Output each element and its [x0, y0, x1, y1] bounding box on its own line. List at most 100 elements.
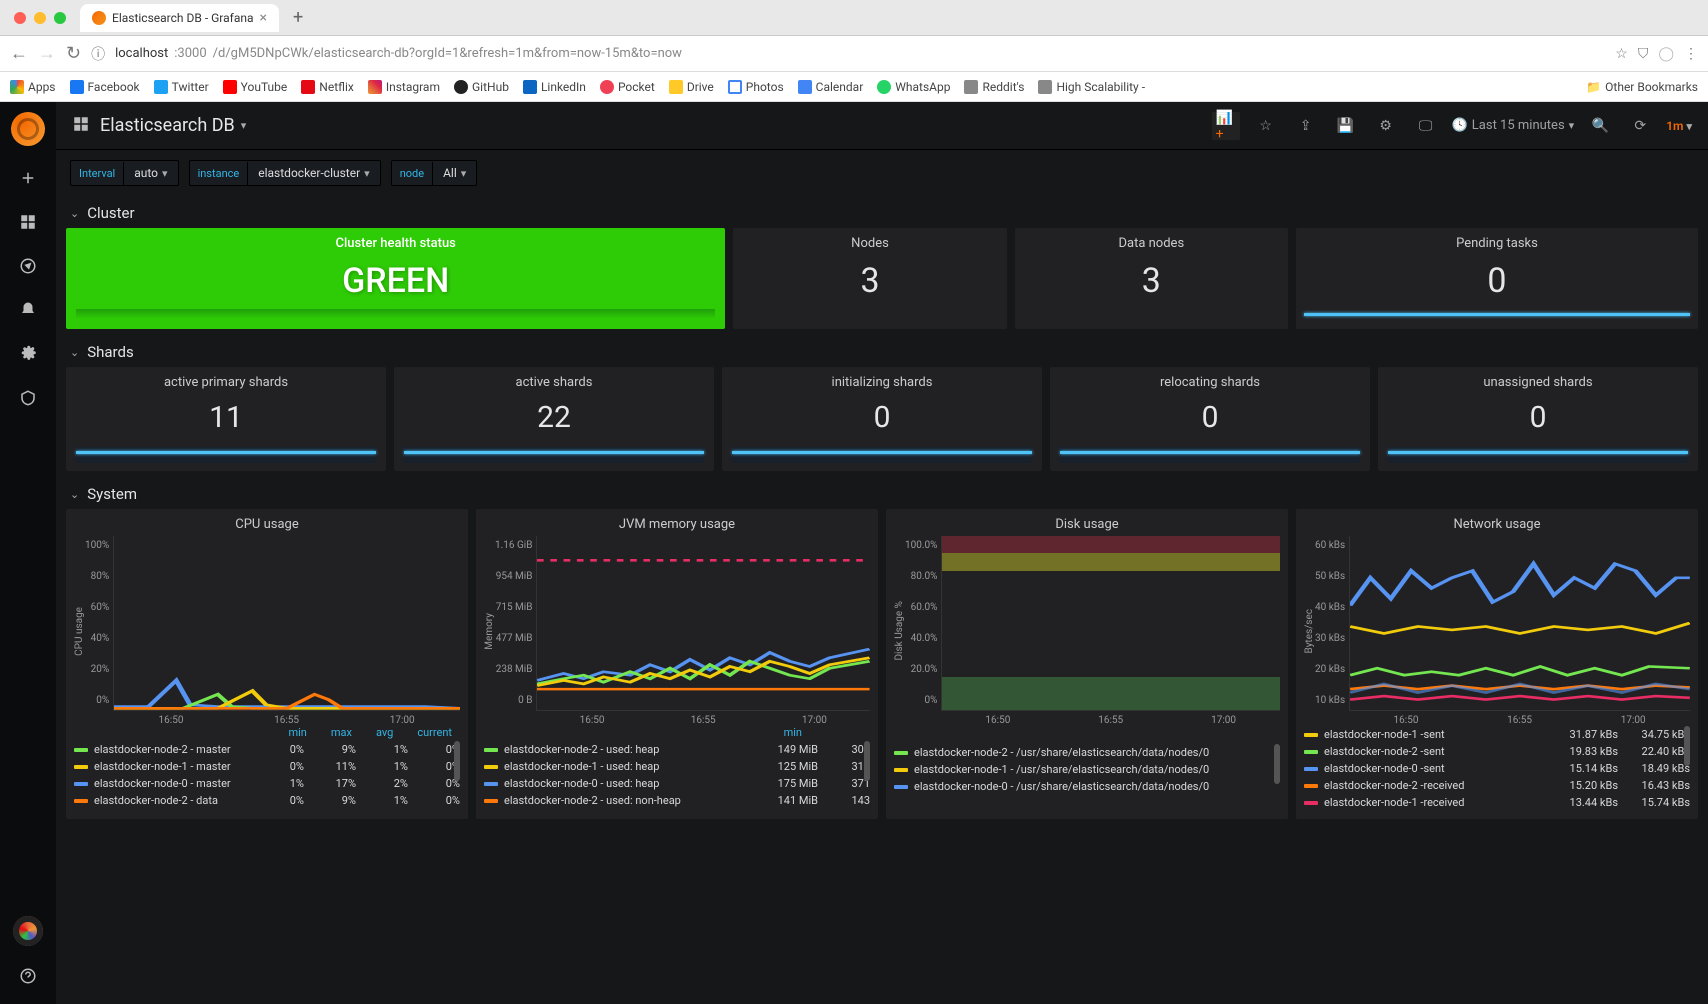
cycle-view-icon[interactable]: 🖵: [1412, 112, 1440, 140]
bm-netflix[interactable]: Netflix: [301, 80, 354, 94]
bm-linkedin[interactable]: LinkedIn: [523, 80, 586, 94]
panel-cluster-health[interactable]: Cluster health status GREEN: [66, 228, 725, 329]
back-button[interactable]: ←: [10, 43, 28, 64]
panel-cpu-usage[interactable]: CPU usage CPU usage 100%80%60%40%20%0%: [66, 509, 468, 819]
net-y-axis: 60 kBs50 kBs40 kBs30 kBs20 kBs10 kBs: [1315, 536, 1349, 726]
panel-data-nodes[interactable]: Data nodes 3: [1015, 228, 1288, 329]
disk-legend: elastdocker-node-2 - /usr/share/elastics…: [894, 744, 1280, 795]
grafana-sidebar: [0, 102, 56, 1004]
row-cluster[interactable]: ⌄Cluster: [56, 196, 1708, 228]
refresh-icon[interactable]: ⟳: [1626, 112, 1654, 140]
dashboards-icon[interactable]: [16, 210, 40, 234]
server-admin-icon[interactable]: [16, 386, 40, 410]
jvm-legend: elastdocker-node-2 - used: heap149 MiB30…: [484, 741, 870, 809]
bm-highscalability[interactable]: High Scalability -: [1038, 80, 1145, 94]
shield-icon[interactable]: ⛉: [1638, 46, 1649, 62]
url-input[interactable]: localhost:3000/d/gM5DNpCWk/elasticsearch…: [115, 46, 1605, 61]
pending-sparkline: [1304, 313, 1690, 316]
profile-avatar-icon[interactable]: ◯: [1658, 46, 1674, 62]
close-tab-icon[interactable]: ×: [260, 10, 267, 26]
var-instance[interactable]: instance elastdocker-cluster ▾: [189, 160, 381, 186]
panel-network-usage[interactable]: Network usage Bytes/sec 60 kBs50 kBs40 k…: [1296, 509, 1698, 819]
create-icon[interactable]: [16, 166, 40, 190]
jvm-y-axis: 1.16 GiB954 MiB715 MiB477 MiB238 MiB0 B: [495, 536, 536, 726]
grafana-favicon-icon: [92, 11, 106, 25]
other-bookmarks[interactable]: 📁 Other Bookmarks: [1586, 80, 1698, 94]
bm-facebook[interactable]: Facebook: [70, 80, 140, 94]
bm-photos[interactable]: Photos: [728, 80, 784, 94]
bm-pocket[interactable]: Pocket: [600, 80, 655, 94]
maximize-window-icon[interactable]: [54, 12, 66, 24]
site-info-icon[interactable]: ⓘ: [91, 44, 105, 64]
bm-whatsapp[interactable]: WhatsApp: [877, 80, 950, 94]
panel-disk-usage[interactable]: Disk usage Disk Usage % 100.0%80.0%60.0%…: [886, 509, 1288, 819]
bm-youtube[interactable]: YouTube: [223, 80, 288, 94]
panel-active-shards[interactable]: active shards 22: [394, 367, 714, 471]
grafana-logo-icon[interactable]: [11, 112, 45, 146]
panel-grid-icon[interactable]: [72, 115, 90, 137]
panel-jvm-memory[interactable]: JVM memory usage Memory 1.16 GiB954 MiB7…: [476, 509, 878, 819]
refresh-interval[interactable]: 1m ▾: [1666, 119, 1692, 133]
configuration-icon[interactable]: [16, 342, 40, 366]
legend-scrollbar[interactable]: [1684, 726, 1690, 766]
bm-calendar[interactable]: Calendar: [798, 80, 864, 94]
grafana-app: Elasticsearch DB ▾ 📊+ ☆ ⇪ 💾 ⚙ 🖵 🕓 Last 1…: [0, 102, 1708, 1004]
cluster-row: Cluster health status GREEN Nodes 3 Data…: [56, 228, 1708, 335]
window-controls: [8, 12, 72, 24]
disk-y-axis: 100.0%80.0%60.0%40.0%20.0%0%: [905, 536, 941, 726]
share-dashboard-icon[interactable]: ⇪: [1292, 112, 1320, 140]
star-icon[interactable]: ☆: [1615, 46, 1628, 62]
legend-scrollbar[interactable]: [864, 741, 870, 781]
net-legend: elastdocker-node-1 -sent31.87 kBs34.75 k…: [1304, 726, 1690, 811]
help-icon[interactable]: [16, 964, 40, 988]
zoom-out-icon[interactable]: 🔍: [1586, 112, 1614, 140]
row-shards[interactable]: ⌄Shards: [56, 335, 1708, 367]
cpu-y-axis: 100%80%60%40%20%0%: [85, 536, 113, 726]
user-avatar[interactable]: [13, 916, 43, 946]
tab-title: Elasticsearch DB - Grafana: [112, 11, 254, 25]
cpu-plot: [113, 536, 460, 711]
panel-pending-tasks[interactable]: Pending tasks 0: [1296, 228, 1698, 329]
panel-nodes[interactable]: Nodes 3: [733, 228, 1006, 329]
panel-init-shards[interactable]: initializing shards 0: [722, 367, 1042, 471]
disk-plot: [941, 536, 1280, 711]
bm-drive[interactable]: Drive: [669, 80, 714, 94]
explore-icon[interactable]: [16, 254, 40, 278]
browser-tab[interactable]: Elasticsearch DB - Grafana ×: [80, 4, 279, 32]
bm-instagram[interactable]: Instagram: [368, 80, 440, 94]
legend-scrollbar[interactable]: [1274, 744, 1280, 784]
dashboard-title[interactable]: Elasticsearch DB ▾: [100, 115, 246, 136]
dashboard-settings-icon[interactable]: ⚙: [1372, 112, 1400, 140]
time-picker[interactable]: 🕓 Last 15 minutes ▾: [1452, 118, 1575, 133]
legend-scrollbar[interactable]: [454, 741, 460, 781]
dashboard-body: Elasticsearch DB ▾ 📊+ ☆ ⇪ 💾 ⚙ 🖵 🕓 Last 1…: [56, 102, 1708, 1004]
health-gauge: [76, 309, 715, 319]
panel-relocating-shards[interactable]: relocating shards 0: [1050, 367, 1370, 471]
new-tab-button[interactable]: +: [287, 7, 309, 28]
bm-github[interactable]: GitHub: [454, 80, 509, 94]
net-plot: [1349, 536, 1690, 711]
cpu-x-axis: 16:5016:5517:00: [113, 713, 460, 726]
save-dashboard-icon[interactable]: 💾: [1332, 112, 1360, 140]
panel-active-primary[interactable]: active primary shards 11: [66, 367, 386, 471]
reload-button[interactable]: ↻: [66, 43, 81, 64]
close-window-icon[interactable]: [14, 12, 26, 24]
forward-button[interactable]: →: [38, 43, 56, 64]
bm-twitter[interactable]: Twitter: [154, 80, 209, 94]
alerting-icon[interactable]: [16, 298, 40, 322]
panel-unassigned-shards[interactable]: unassigned shards 0: [1378, 367, 1698, 471]
bm-apps[interactable]: Apps: [10, 80, 56, 94]
chevron-down-icon: ▾: [241, 119, 247, 132]
row-system[interactable]: ⌄System: [56, 477, 1708, 509]
var-interval[interactable]: Interval auto ▾: [70, 160, 179, 186]
browser-menu-icon[interactable]: ⋮: [1684, 46, 1698, 62]
shards-row: active primary shards 11 active shards 2…: [56, 367, 1708, 477]
var-node[interactable]: node All ▾: [391, 160, 478, 186]
bm-reddit[interactable]: Reddit's: [964, 80, 1024, 94]
browser-chrome: Elasticsearch DB - Grafana × + ← → ↻ ⓘ l…: [0, 0, 1708, 102]
star-dashboard-icon[interactable]: ☆: [1252, 112, 1280, 140]
template-variables: Interval auto ▾ instance elastdocker-clu…: [56, 150, 1708, 196]
bookmarks-bar: Apps Facebook Twitter YouTube Netflix In…: [0, 72, 1708, 102]
add-panel-button[interactable]: 📊+: [1212, 112, 1240, 140]
minimize-window-icon[interactable]: [34, 12, 46, 24]
